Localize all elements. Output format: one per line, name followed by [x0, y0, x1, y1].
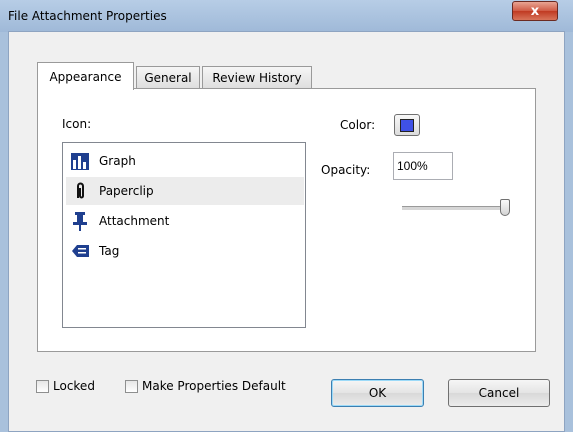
make-default-label: Make Properties Default [142, 379, 286, 393]
cancel-button[interactable]: Cancel [448, 379, 550, 407]
list-item-label: Tag [99, 244, 120, 258]
icon-label: Icon: [62, 117, 92, 131]
tag-icon [70, 241, 90, 261]
tab-appearance[interactable]: Appearance [37, 62, 134, 90]
opacity-slider-thumb[interactable] [500, 199, 510, 216]
tab-label: Appearance [49, 69, 122, 84]
graph-icon [70, 151, 90, 171]
list-item-label: Graph [99, 154, 136, 168]
list-item-label: Paperclip [99, 184, 154, 198]
title-bar[interactable]: File Attachment Properties x [0, 0, 573, 32]
opacity-input[interactable] [393, 152, 453, 180]
color-label: Color: [340, 118, 376, 132]
close-button[interactable]: x [512, 1, 558, 21]
tab-label: General [144, 70, 192, 85]
tab-general[interactable]: General [136, 66, 200, 88]
tab-review-history[interactable]: Review History [202, 66, 312, 88]
color-swatch [400, 118, 414, 132]
paperclip-icon [70, 181, 90, 201]
list-item-tag[interactable]: Tag [66, 237, 304, 265]
ok-button[interactable]: OK [331, 379, 424, 407]
pushpin-icon [70, 211, 90, 231]
list-item-graph[interactable]: Graph [66, 147, 304, 175]
locked-label: Locked [53, 379, 95, 393]
list-item-attachment[interactable]: Attachment [66, 207, 304, 235]
opacity-label: Opacity: [321, 163, 371, 177]
locked-checkbox[interactable] [36, 380, 49, 393]
ok-button-label: OK [368, 386, 387, 400]
list-item-label: Attachment [99, 214, 170, 228]
tab-label: Review History [212, 70, 302, 85]
color-picker-button[interactable] [394, 114, 420, 136]
opacity-slider-track[interactable] [402, 206, 510, 211]
icon-listbox[interactable]: Graph Paperclip Attachment Tag [62, 142, 306, 328]
window-title: File Attachment Properties [8, 9, 167, 23]
cancel-button-label: Cancel [478, 386, 520, 400]
make-default-checkbox[interactable] [125, 380, 138, 393]
close-icon: x [530, 3, 540, 19]
list-item-paperclip[interactable]: Paperclip [66, 177, 304, 205]
